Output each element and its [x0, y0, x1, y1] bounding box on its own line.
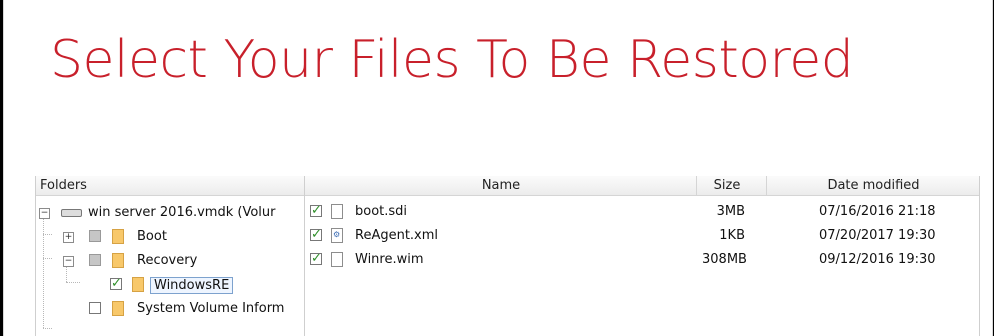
column-header-date-modified[interactable]: Date modified	[766, 176, 980, 195]
file-row-reagent-xml[interactable]: ReAgent.xml 1KB 07/20/2017 19:30	[306, 225, 979, 247]
xml-file-icon	[331, 228, 343, 243]
folders-header: Folders	[36, 176, 309, 196]
tree-item-label: Boot	[137, 229, 167, 244]
file-size: 3MB	[716, 204, 745, 219]
tree-item-label-selected: WindowsRE	[150, 277, 234, 294]
checkbox-file[interactable]	[310, 203, 322, 218]
checkbox-recovery[interactable]	[89, 254, 101, 266]
folder-icon	[112, 301, 124, 316]
collapse-icon[interactable]: −	[63, 256, 74, 267]
tree-item-system-volume[interactable]: System Volume Inform	[36, 298, 302, 320]
pane-splitter[interactable]	[304, 176, 305, 336]
folder-icon	[132, 277, 144, 292]
file-size: 308MB	[702, 252, 747, 267]
file-row-boot-sdi[interactable]: boot.sdi 3MB 07/16/2016 21:18	[306, 201, 979, 223]
file-icon	[331, 252, 343, 267]
tree-item-label: Recovery	[137, 253, 198, 268]
column-header-size[interactable]: Size	[696, 176, 757, 195]
tree-item-windowsre[interactable]: WindowsRE	[36, 274, 302, 296]
page-title: Select Your Files To Be Restored	[50, 30, 854, 90]
checkbox-boot[interactable]	[89, 230, 101, 242]
file-date: 07/16/2016 21:18	[819, 204, 936, 219]
restore-dialog: Select Your Files To Be Restored Folders…	[3, 0, 993, 336]
expand-icon[interactable]: +	[63, 232, 74, 243]
column-header-name[interactable]: Name	[306, 176, 696, 195]
file-icon	[331, 204, 343, 219]
tree-item-label: System Volume Inform	[137, 301, 285, 316]
collapse-icon[interactable]: −	[39, 208, 50, 219]
disk-icon	[61, 209, 82, 217]
tree-connector-system-volume	[43, 328, 52, 329]
checkbox-file[interactable]	[310, 251, 322, 266]
tree-item-label: win server 2016.vmdk (Volur	[88, 205, 276, 220]
tree-item-recovery[interactable]: − Recovery	[36, 250, 302, 272]
checkbox-windowsre[interactable]	[110, 276, 122, 291]
folder-icon	[112, 229, 124, 244]
files-header: Name Size Date modified	[306, 176, 979, 196]
file-row-winre-wim[interactable]: Winre.wim 308MB 09/12/2016 19:30	[306, 249, 979, 271]
file-date: 07/20/2017 19:30	[819, 228, 936, 243]
checkbox-system-volume[interactable]	[89, 302, 101, 314]
checkbox-file[interactable]	[310, 227, 322, 242]
file-browser: Folders Name Size Date modified − win se…	[35, 176, 980, 336]
file-size: 1KB	[719, 228, 745, 243]
file-name: boot.sdi	[355, 204, 408, 219]
screenshot-background: Select Your Files To Be Restored Folders…	[0, 0, 994, 336]
tree-item-boot[interactable]: + Boot	[36, 226, 302, 248]
file-name: Winre.wim	[355, 252, 424, 267]
file-date: 09/12/2016 19:30	[819, 252, 936, 267]
tree-item-win-server[interactable]: − win server 2016.vmdk (Volur	[36, 202, 302, 224]
file-name: ReAgent.xml	[355, 228, 439, 243]
folder-icon	[112, 253, 124, 268]
